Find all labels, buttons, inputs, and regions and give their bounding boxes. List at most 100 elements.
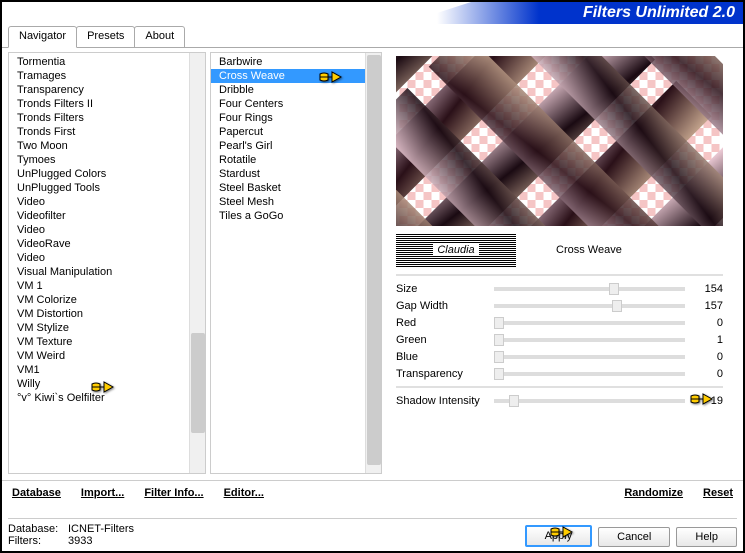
list-item[interactable]: Steel Mesh <box>211 195 365 209</box>
slider-handle[interactable] <box>494 334 504 346</box>
tab[interactable]: Presets <box>76 26 135 47</box>
cancel-button[interactable]: Cancel <box>598 527 670 547</box>
list-item[interactable]: Tiles a GoGo <box>211 209 365 223</box>
scrollbar-thumb[interactable] <box>367 55 381 465</box>
database-button[interactable]: Database <box>12 487 61 499</box>
list-item[interactable]: Four Centers <box>211 97 365 111</box>
list-item[interactable]: Visual Manipulation <box>9 265 189 279</box>
param-label: Green <box>396 334 486 346</box>
list-item[interactable]: VM Distortion <box>9 307 189 321</box>
slider-handle[interactable] <box>494 317 504 329</box>
scrollbar[interactable] <box>189 53 205 473</box>
list-item[interactable]: Video <box>9 195 189 209</box>
current-filter-name: Cross Weave <box>536 244 723 256</box>
list-item[interactable]: Video <box>9 251 189 265</box>
app-title: Filters Unlimited 2.0 <box>583 4 735 22</box>
param-label: Shadow Intensity <box>396 395 486 407</box>
editor-button[interactable]: Editor... <box>224 487 264 499</box>
list-item[interactable]: Video <box>9 223 189 237</box>
randomize-button[interactable]: Randomize <box>624 487 683 499</box>
list-item[interactable]: Two Moon <box>9 139 189 153</box>
preview-image <box>396 56 723 226</box>
filter-list[interactable]: BarbwireCross WeaveDribbleFour CentersFo… <box>211 53 365 473</box>
spacer <box>284 487 604 499</box>
param-slider[interactable] <box>494 338 685 342</box>
list-item[interactable]: VM 1 <box>9 279 189 293</box>
param-slider[interactable] <box>494 304 685 308</box>
parameter-list: Size154Gap Width157Red0Green1Blue0Transp… <box>396 280 723 382</box>
param-row: Red 0 <box>396 314 723 331</box>
category-list[interactable]: TormentiaTramagesTransparencyTronds Filt… <box>9 53 189 473</box>
tabs: NavigatorPresetsAbout <box>2 26 743 48</box>
param-label: Transparency <box>396 368 486 380</box>
param-slider[interactable] <box>494 321 685 325</box>
list-item[interactable]: Tramages <box>9 69 189 83</box>
list-item[interactable]: Willy <box>9 377 189 391</box>
param-value: 0 <box>693 351 723 363</box>
param-label: Gap Width <box>396 300 486 312</box>
list-item[interactable]: Tronds Filters <box>9 111 189 125</box>
shadow-param: Shadow Intensity 19 <box>396 392 723 409</box>
list-item[interactable]: Tronds First <box>9 125 189 139</box>
list-item[interactable]: Dribble <box>211 83 365 97</box>
filterinfo-button[interactable]: Filter Info... <box>144 487 203 499</box>
apply-button[interactable]: Apply <box>525 525 593 547</box>
filters-label: Filters: <box>8 535 68 547</box>
main: TormentiaTramagesTransparencyTronds Filt… <box>2 48 743 478</box>
list-item[interactable]: VM1 <box>9 363 189 377</box>
import-button[interactable]: Import... <box>81 487 124 499</box>
param-value: 19 <box>693 395 723 407</box>
reset-button[interactable]: Reset <box>703 487 733 499</box>
slider-handle[interactable] <box>612 300 622 312</box>
tab[interactable]: About <box>134 26 185 47</box>
param-value: 0 <box>693 317 723 329</box>
list-item[interactable]: Tormentia <box>9 55 189 69</box>
list-item[interactable]: UnPlugged Colors <box>9 167 189 181</box>
list-item[interactable]: VM Stylize <box>9 321 189 335</box>
tab[interactable]: Navigator <box>8 26 77 48</box>
preview-svg <box>396 56 723 226</box>
list-item[interactable]: Pearl's Girl <box>211 139 365 153</box>
param-slider[interactable] <box>494 372 685 376</box>
param-slider[interactable] <box>494 399 685 403</box>
slider-handle[interactable] <box>494 368 504 380</box>
db-label: Database: <box>8 523 68 535</box>
list-item[interactable]: VM Weird <box>9 349 189 363</box>
list-item[interactable]: Steel Basket <box>211 181 365 195</box>
list-item[interactable]: Tronds Filters II <box>9 97 189 111</box>
param-label: Red <box>396 317 486 329</box>
list-item[interactable]: Barbwire <box>211 55 365 69</box>
param-row: Shadow Intensity 19 <box>396 392 723 409</box>
header: Filters Unlimited 2.0 <box>2 2 743 24</box>
help-button[interactable]: Help <box>676 527 737 547</box>
list-item[interactable]: VideoRave <box>9 237 189 251</box>
list-item[interactable]: Transparency <box>9 83 189 97</box>
list-item[interactable]: Stardust <box>211 167 365 181</box>
list-item[interactable]: Rotatile <box>211 153 365 167</box>
scrollbar[interactable] <box>365 53 381 473</box>
list-item[interactable]: UnPlugged Tools <box>9 181 189 195</box>
slider-handle[interactable] <box>494 351 504 363</box>
param-slider[interactable] <box>494 287 685 291</box>
param-value: 1 <box>693 334 723 346</box>
list-item[interactable]: Videofilter <box>9 209 189 223</box>
list-item[interactable]: Four Rings <box>211 111 365 125</box>
scrollbar-thumb[interactable] <box>191 333 205 433</box>
param-value: 157 <box>693 300 723 312</box>
list-item[interactable]: Cross Weave <box>211 69 365 83</box>
list-item[interactable]: °v° Kiwi`s Oelfilter <box>9 391 189 405</box>
footer-info: Database:ICNET-Filters Filters:3933 <box>8 523 519 547</box>
list-item[interactable]: Tymoes <box>9 153 189 167</box>
watermark-logo: Claudia <box>396 233 516 267</box>
watermark-text: Claudia <box>433 244 478 256</box>
footer: Database:ICNET-Filters Filters:3933 Appl… <box>8 518 737 547</box>
list-item[interactable]: VM Texture <box>9 335 189 349</box>
separator <box>396 274 723 276</box>
param-slider[interactable] <box>494 355 685 359</box>
list-item[interactable]: Papercut <box>211 125 365 139</box>
param-row: Gap Width 157 <box>396 297 723 314</box>
toolbar: Database Import... Filter Info... Editor… <box>2 480 743 505</box>
slider-handle[interactable] <box>509 395 519 407</box>
list-item[interactable]: VM Colorize <box>9 293 189 307</box>
slider-handle[interactable] <box>609 283 619 295</box>
